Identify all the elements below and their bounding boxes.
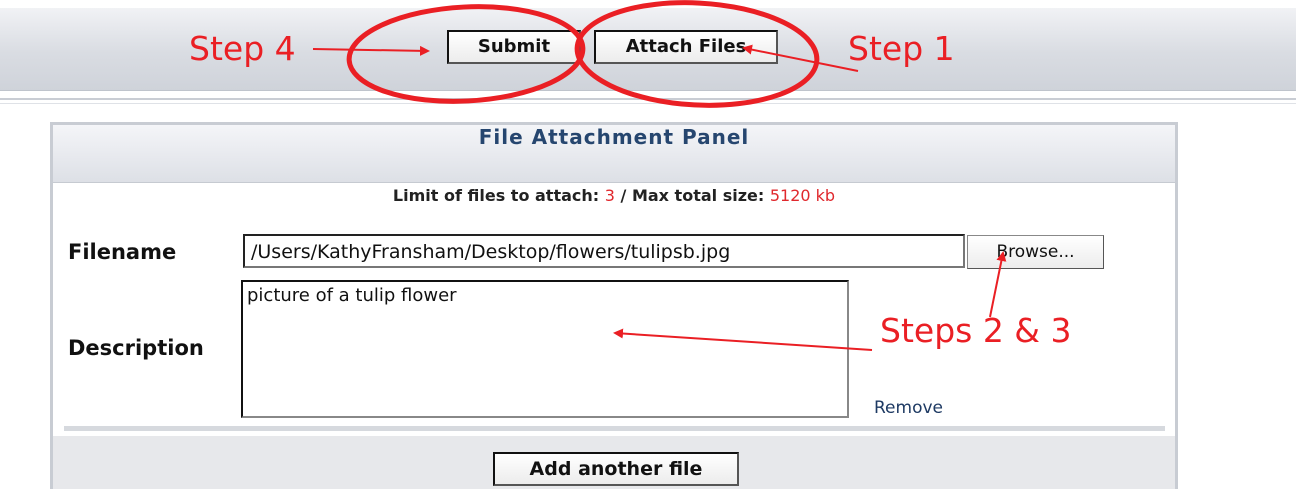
limit-separator: / [620,186,627,205]
add-another-file-button[interactable]: Add another file [493,452,739,486]
filename-label: Filename [68,240,177,264]
step1-annotation: Step 1 [848,29,955,68]
description-textarea[interactable]: picture of a tulip flower [241,280,849,418]
steps23-annotation: Steps 2 & 3 [880,311,1072,350]
toolbar-divider-secondary [0,103,1296,104]
limit-label: Limit of files to attach: [392,186,600,205]
toolbar-divider [0,98,1296,100]
max-size-label: Max total size: [631,186,765,205]
panel-title: File Attachment Panel [53,125,1175,183]
limit-value: 3 [604,186,615,205]
browse-button[interactable]: Browse... [967,235,1104,269]
filename-field[interactable]: /Users/KathyFransham/Desktop/flowers/tul… [243,234,965,268]
panel-divider [64,426,1165,431]
remove-link[interactable]: Remove [874,398,943,418]
step4-annotation: Step 4 [189,29,296,68]
attachment-limits: Limit of files to attach: 3 / Max total … [53,186,1175,205]
max-size-value: 5120 kb [769,186,836,205]
attach-files-button[interactable]: Attach Files [594,30,778,64]
submit-button[interactable]: Submit [447,30,581,64]
description-label: Description [68,336,204,360]
